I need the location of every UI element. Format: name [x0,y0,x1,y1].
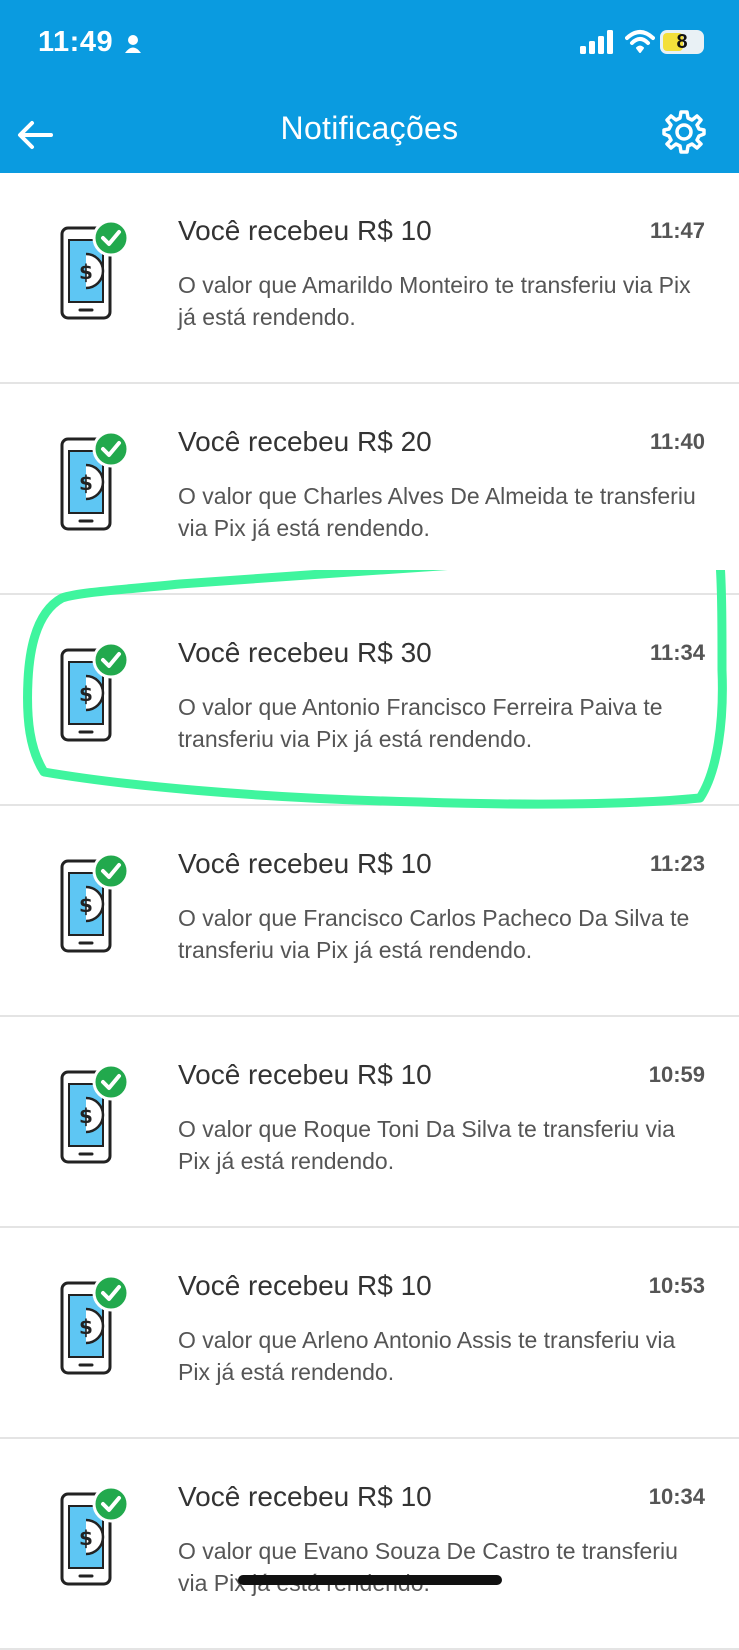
notification-title: Você recebeu R$ 10 [178,1270,432,1301]
notification-body: O valor que Amarildo Monteiro te transfe… [178,272,691,330]
svg-text:$: $ [79,471,93,495]
notification-title: Você recebeu R$ 10 [178,215,432,246]
notification-body: O valor que Arleno Antonio Assis te tran… [178,1327,676,1385]
svg-text:$: $ [79,1526,93,1550]
signal-icon [580,30,613,54]
svg-text:$: $ [79,1104,93,1128]
pix-received-icon: $ [60,852,130,953]
notification-item[interactable]: $ Você recebeu R$ 10 10:53 O valor que A… [0,1228,739,1439]
notification-body: O valor que Evano Souza De Castro te tra… [178,1538,678,1596]
page-title: Notificações [280,110,459,146]
pix-received-icon: $ [60,1063,130,1164]
notification-time: 11:23 [649,851,705,876]
notification-body: O valor que Antonio Francisco Ferreira P… [178,694,663,752]
battery-level: 8 [676,31,688,53]
notification-title: Você recebeu R$ 30 [178,637,432,668]
pix-received-icon: $ [60,1485,130,1586]
pix-received-icon: $ [60,641,130,742]
notification-item[interactable]: $ Você recebeu R$ 10 11:23 O valor que F… [0,806,739,1017]
pix-received-icon: $ [60,219,130,320]
notification-list: $ Você recebeu R$ 10 11:47 O valor que A… [0,173,739,1650]
home-indicator[interactable] [238,1575,502,1585]
notification-title: Você recebeu R$ 10 [178,1059,432,1090]
svg-text:$: $ [79,682,93,706]
notification-time: 11:40 [649,429,705,454]
svg-text:$: $ [79,893,93,917]
notification-item[interactable]: $ Você recebeu R$ 10 11:47 O valor que A… [0,173,739,384]
notification-item[interactable]: $ Você recebeu R$ 30 11:34 O valor que A… [0,595,739,806]
notification-body: O valor que Roque Toni Da Silva te trans… [178,1116,675,1174]
notification-time: 11:34 [649,640,705,665]
notification-time: 11:47 [649,218,705,243]
notification-title: Você recebeu R$ 10 [178,848,432,879]
notification-body: O valor que Francisco Carlos Pacheco Da … [178,905,690,963]
settings-button[interactable] [658,106,710,158]
svg-text:$: $ [79,1315,93,1339]
pix-received-icon: $ [60,1274,130,1375]
wifi-icon [625,30,655,53]
notification-title: Você recebeu R$ 10 [178,1481,432,1512]
notification-time: 10:34 [648,1484,705,1509]
notification-item[interactable]: $ Você recebeu R$ 20 11:40 O valor que C… [0,384,739,595]
gear-icon [662,110,706,154]
app-header: 11:49 8 Notificações [0,0,739,173]
notification-time: 10:59 [648,1062,705,1087]
status-time: 11:49 [38,26,114,58]
notification-time: 10:53 [648,1273,705,1298]
notification-item[interactable]: $ Você recebeu R$ 10 10:59 O valor que R… [0,1017,739,1228]
notification-title: Você recebeu R$ 20 [178,426,432,457]
notification-body: O valor que Charles Alves De Almeida te … [178,483,696,541]
pix-received-icon: $ [60,430,130,531]
notification-item[interactable]: $ Você recebeu R$ 10 10:34 O valor que E… [0,1439,739,1650]
svg-text:$: $ [79,260,93,284]
battery-icon: 8 [660,30,704,54]
person-icon [125,35,141,53]
